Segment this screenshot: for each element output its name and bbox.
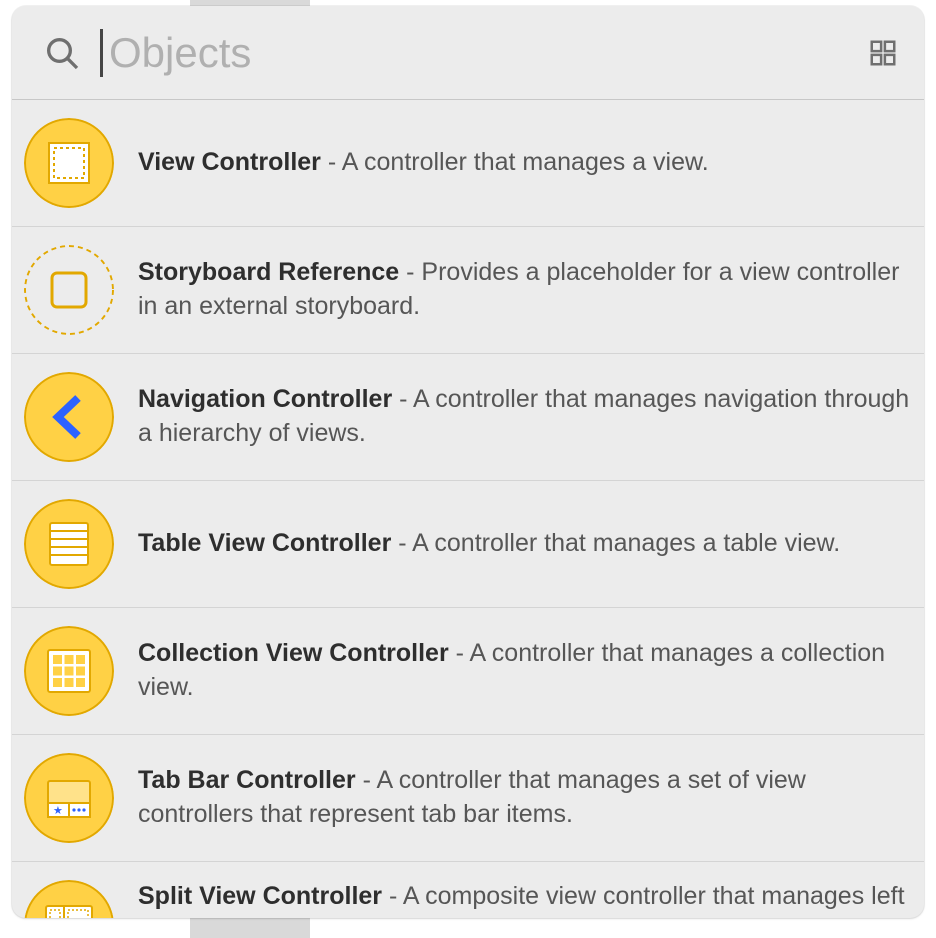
item-separator: - <box>391 529 412 557</box>
collection-view-controller-icon <box>24 626 114 716</box>
tab-bar-controller-icon: ★ <box>24 753 114 843</box>
object-list[interactable]: View Controller - A controller that mana… <box>12 100 924 918</box>
object-library-panel: View Controller - A controller that mana… <box>12 6 924 918</box>
grid-view-toggle[interactable] <box>864 34 902 72</box>
navigation-controller-icon <box>24 372 114 462</box>
item-separator: - <box>392 385 413 413</box>
svg-text:★: ★ <box>53 805 63 817</box>
item-separator: - <box>399 258 421 286</box>
item-description: A controller that manages a view. <box>342 148 709 176</box>
search-input[interactable] <box>100 21 846 85</box>
list-item[interactable]: View Controller - A controller that mana… <box>12 100 924 227</box>
storyboard-reference-icon <box>24 245 114 335</box>
list-item[interactable]: ★ Tab Bar Controller - A controller that… <box>12 735 924 862</box>
list-item[interactable]: Split View Controller - A composite view… <box>12 862 924 918</box>
table-view-controller-icon <box>24 499 114 589</box>
list-item-text: Tab Bar Controller - A controller that m… <box>138 764 916 832</box>
search-icon <box>42 33 82 73</box>
list-item-text: Split View Controller - A composite view… <box>138 880 916 914</box>
list-item-text: Collection View Controller - A controlle… <box>138 637 916 705</box>
item-title: Split View Controller <box>138 882 382 910</box>
item-title: Storyboard Reference <box>138 258 399 286</box>
list-item-text: View Controller - A controller that mana… <box>138 146 916 180</box>
list-item-text: Table View Controller - A controller tha… <box>138 527 916 561</box>
item-separator: - <box>449 639 470 667</box>
item-separator: - <box>382 882 403 910</box>
list-item-text: Storyboard Reference - Provides a placeh… <box>138 256 916 324</box>
item-description: A composite view controller that manages… <box>403 882 905 910</box>
list-item-text: Navigation Controller - A controller tha… <box>138 383 916 451</box>
split-view-controller-icon <box>24 880 114 918</box>
list-item[interactable]: Collection View Controller - A controlle… <box>12 608 924 735</box>
item-title: Tab Bar Controller <box>138 766 356 794</box>
item-separator: - <box>356 766 377 794</box>
list-item[interactable]: Storyboard Reference - Provides a placeh… <box>12 227 924 354</box>
item-title: Navigation Controller <box>138 385 392 413</box>
view-controller-icon <box>24 118 114 208</box>
item-title: View Controller <box>138 148 321 176</box>
item-description: A controller that manages a table view. <box>412 529 840 557</box>
list-item[interactable]: Table View Controller - A controller tha… <box>12 481 924 608</box>
item-title: Table View Controller <box>138 529 391 557</box>
toolbar <box>12 6 924 100</box>
text-caret <box>100 29 103 77</box>
item-title: Collection View Controller <box>138 639 449 667</box>
list-item[interactable]: Navigation Controller - A controller tha… <box>12 354 924 481</box>
item-separator: - <box>321 148 342 176</box>
